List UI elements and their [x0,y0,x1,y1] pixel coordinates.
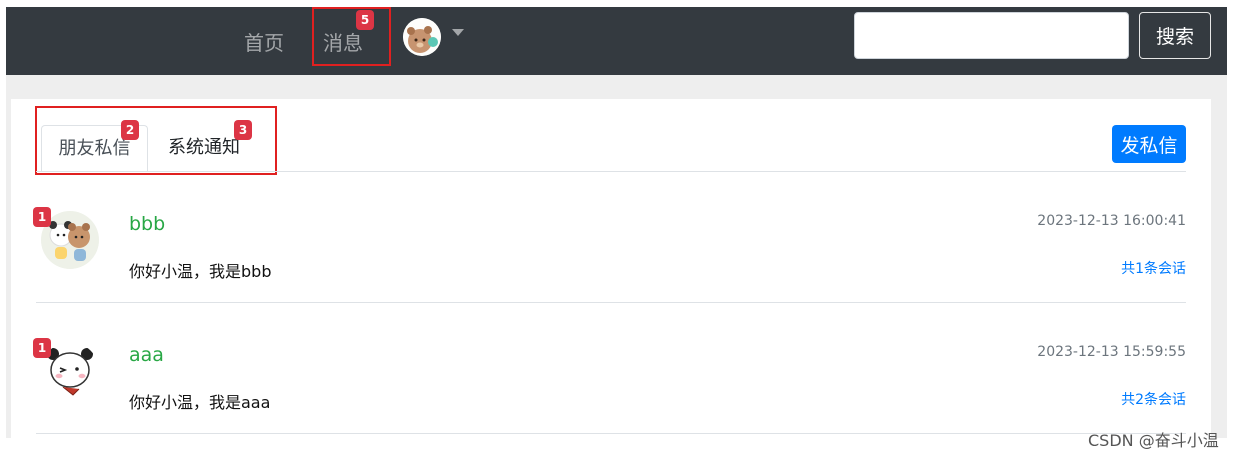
conversation-count-link[interactable]: 共2条会话 [1121,389,1186,409]
message-time: 2023-12-13 15:59:55 [1037,344,1186,360]
messages-badge: 5 [356,10,374,30]
user-dropdown-caret-icon[interactable] [452,29,464,36]
message-time: 2023-12-13 16:00:41 [1037,213,1186,229]
user-avatar[interactable] [403,18,441,56]
nav-home-link[interactable]: 首页 [244,30,284,56]
item-divider [36,433,1186,434]
contact-name[interactable]: bbb [129,213,165,235]
message-preview: 你好小温，我是aaa [129,393,271,412]
search-button[interactable]: 搜索 [1139,12,1211,59]
system-notices-badge: 3 [234,120,252,140]
conversation-count-link[interactable]: 共1条会话 [1121,258,1186,278]
unread-badge: 1 [33,338,51,358]
send-message-button[interactable]: 发私信 [1112,125,1186,163]
watermark: CSDN @奋斗小温 [1088,431,1219,450]
top-navbar: 首页 消息 5 搜索 [6,7,1227,75]
nav-messages-link[interactable]: 消息 [323,30,363,56]
messages-panel: 朋友私信 2 系统通知 3 发私信 1 bbb 你好小温，我是bbb 2023-… [11,99,1211,438]
search-input[interactable] [854,12,1129,59]
bear-avatar-icon [403,18,441,56]
unread-badge: 1 [33,207,51,227]
conversation-item[interactable]: 1 aaa 你好小温，我是aaa 2023-12-13 15:59:55 共2条… [33,303,1186,434]
contact-name[interactable]: aaa [129,344,164,366]
conversation-item[interactable]: 1 bbb 你好小温，我是bbb 2023-12-13 16:00:41 共1条… [33,172,1186,303]
friend-messages-badge: 2 [121,120,139,140]
message-preview: 你好小温，我是bbb [129,262,272,281]
